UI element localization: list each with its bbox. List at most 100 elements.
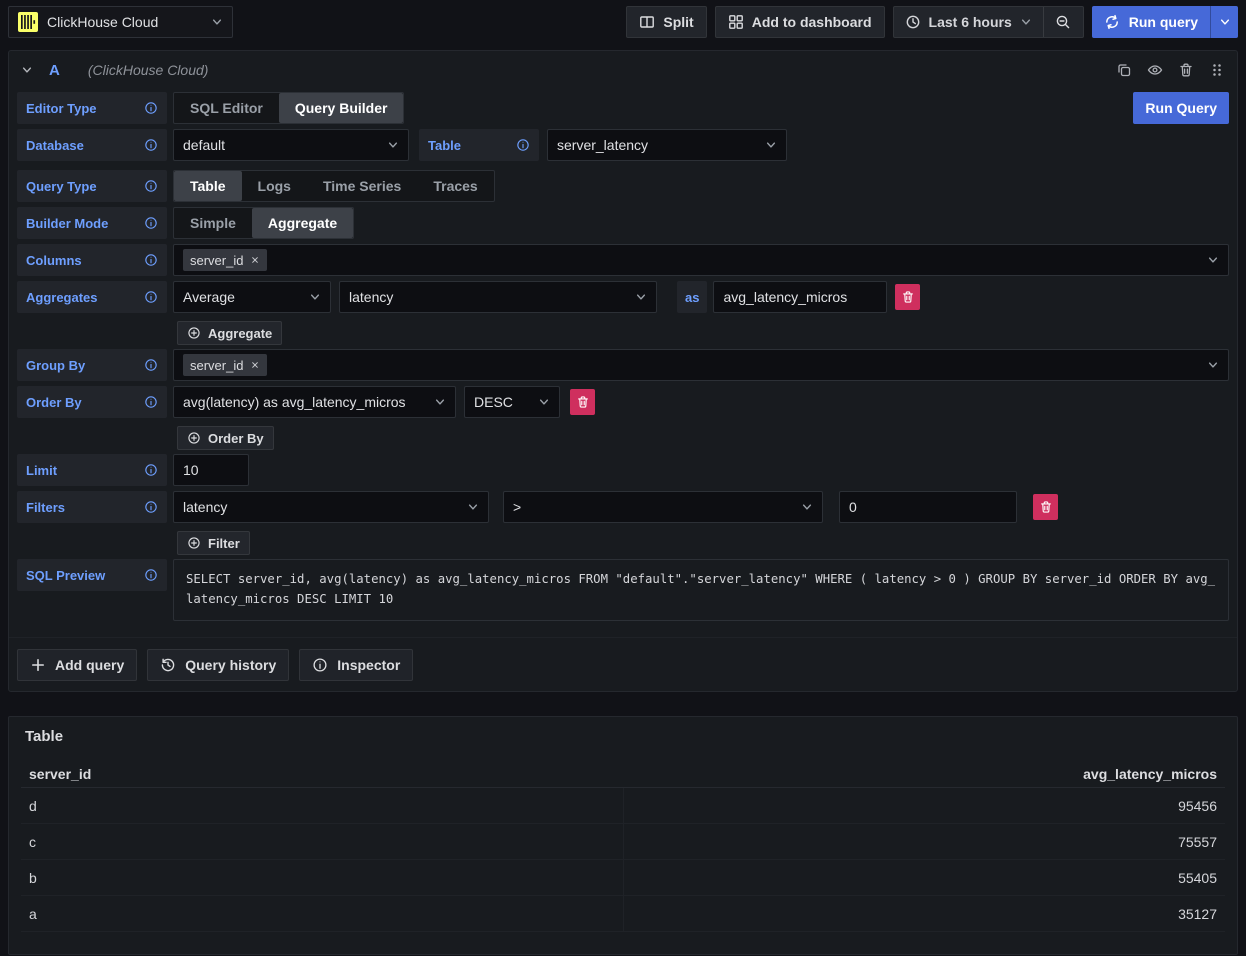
- toolbar-actions: Split Add to dashboard Last 6 hours: [626, 6, 1238, 38]
- table-result-panel: Table server_id avg_latency_micros d 954…: [8, 716, 1238, 955]
- sql-preview-text: SELECT server_id, avg(latency) as avg_la…: [173, 559, 1229, 621]
- inspector-button[interactable]: Inspector: [299, 649, 413, 681]
- add-filter-button[interactable]: Filter: [177, 531, 250, 555]
- trash-icon: [576, 395, 590, 409]
- query-history-button[interactable]: Query history: [147, 649, 289, 681]
- limit-label-text: Limit: [26, 463, 57, 478]
- builder-mode-row: Builder Mode Simple Aggregate: [17, 207, 1229, 239]
- filter-column-value: latency: [183, 499, 459, 515]
- query-type-option-table[interactable]: Table: [174, 171, 242, 201]
- drag-handle-icon[interactable]: [1209, 62, 1225, 78]
- order-by-direction-value: DESC: [474, 394, 530, 410]
- datasource-picker[interactable]: ClickHouse Cloud: [8, 6, 233, 38]
- info-icon: [516, 138, 530, 152]
- table-row: a 35127: [21, 896, 1225, 932]
- table-header-row: server_id avg_latency_micros: [21, 760, 1225, 788]
- duplicate-query-icon[interactable]: [1116, 62, 1132, 78]
- order-by-direction-select[interactable]: DESC: [464, 386, 560, 418]
- toggle-visibility-icon[interactable]: [1147, 62, 1163, 78]
- aggregate-alias-input[interactable]: [713, 281, 887, 313]
- column-header-server-id[interactable]: server_id: [21, 766, 623, 782]
- chevron-down-icon: [1219, 16, 1231, 28]
- add-order-by-label: Order By: [208, 431, 264, 446]
- sync-icon: [1104, 14, 1120, 30]
- order-by-label-text: Order By: [26, 395, 82, 410]
- query-type-label: Query Type: [17, 170, 167, 202]
- builder-mode-segmented: Simple Aggregate: [173, 207, 354, 239]
- table-row: c 75557: [21, 824, 1225, 860]
- columns-label: Columns: [17, 244, 167, 276]
- remove-chip-icon[interactable]: [250, 255, 260, 265]
- group-by-chip-server-id: server_id: [183, 354, 267, 376]
- run-query-dropdown-button[interactable]: [1210, 6, 1238, 38]
- zoom-out-time-button[interactable]: [1043, 7, 1083, 37]
- aggregate-column-select[interactable]: latency: [339, 281, 657, 313]
- chip-label: server_id: [190, 253, 243, 268]
- add-order-by-button[interactable]: Order By: [177, 426, 274, 450]
- info-icon: [144, 358, 158, 372]
- editor-run-query-button[interactable]: Run Query: [1133, 92, 1229, 124]
- time-range-picker[interactable]: Last 6 hours: [894, 7, 1043, 37]
- database-value: default: [183, 137, 379, 153]
- query-type-option-traces[interactable]: Traces: [417, 171, 493, 201]
- filter-value-input[interactable]: [839, 491, 1017, 523]
- remove-order-by-button[interactable]: [570, 389, 595, 415]
- remove-chip-icon[interactable]: [250, 360, 260, 370]
- columns-multiselect[interactable]: server_id: [173, 244, 1229, 276]
- filter-column-select[interactable]: latency: [173, 491, 489, 523]
- editor-type-label-text: Editor Type: [26, 101, 97, 116]
- order-by-row: Order By avg(latency) as avg_latency_mic…: [17, 386, 1229, 418]
- add-aggregate-button[interactable]: Aggregate: [177, 321, 282, 345]
- chip-label: server_id: [190, 358, 243, 373]
- database-table-row: Database default Table server_latency: [17, 129, 1229, 161]
- filter-operator-select[interactable]: >: [503, 491, 823, 523]
- run-query-button[interactable]: Run query: [1092, 6, 1210, 38]
- chevron-down-icon: [1207, 359, 1219, 371]
- editor-type-option-sql-editor[interactable]: SQL Editor: [174, 93, 279, 123]
- run-query-label: Run query: [1129, 14, 1198, 30]
- panel-title: Table: [9, 717, 1237, 760]
- chevron-down-icon: [801, 501, 813, 513]
- editor-type-row: Editor Type SQL Editor Query Builder Run…: [17, 92, 1229, 124]
- as-label: as: [677, 281, 707, 313]
- database-select[interactable]: default: [173, 129, 409, 161]
- query-type-option-time-series[interactable]: Time Series: [307, 171, 417, 201]
- query-datasource-hint: (ClickHouse Cloud): [88, 62, 209, 78]
- remove-filter-button[interactable]: [1033, 494, 1058, 520]
- add-query-button[interactable]: Add query: [17, 649, 137, 681]
- remove-aggregate-button[interactable]: [895, 284, 920, 310]
- delete-query-icon[interactable]: [1178, 62, 1194, 78]
- apps-icon: [728, 14, 744, 30]
- plus-circle-icon: [187, 326, 201, 340]
- order-by-field-select[interactable]: avg(latency) as avg_latency_micros: [173, 386, 456, 418]
- info-icon: [144, 216, 158, 230]
- columns-row: Columns server_id: [17, 244, 1229, 276]
- editor-type-option-query-builder[interactable]: Query Builder: [279, 93, 404, 123]
- query-type-label-text: Query Type: [26, 179, 97, 194]
- column-header-avg-latency-micros[interactable]: avg_latency_micros: [623, 766, 1225, 782]
- group-by-multiselect[interactable]: server_id: [173, 349, 1229, 381]
- chevron-down-icon: [1207, 254, 1219, 266]
- query-editor-header: A (ClickHouse Cloud): [9, 51, 1237, 89]
- split-label: Split: [663, 14, 693, 30]
- query-header-actions: [1116, 62, 1225, 78]
- query-editor-panel: A (ClickHouse Cloud) Editor Type SQL Edi…: [8, 50, 1238, 692]
- collapse-query-icon[interactable]: [21, 64, 33, 76]
- table-select[interactable]: server_latency: [547, 129, 787, 161]
- history-icon: [160, 657, 176, 673]
- plus-circle-icon: [187, 536, 201, 550]
- split-button[interactable]: Split: [626, 6, 706, 38]
- plus-icon: [30, 657, 46, 673]
- clickhouse-logo-icon: [18, 12, 38, 32]
- limit-input[interactable]: [173, 454, 249, 486]
- builder-mode-option-simple[interactable]: Simple: [174, 208, 252, 238]
- chevron-down-icon: [538, 396, 550, 408]
- query-type-option-logs[interactable]: Logs: [242, 171, 307, 201]
- info-icon: [144, 568, 158, 582]
- filter-operator-value: >: [513, 499, 793, 515]
- editor-type-segmented: SQL Editor Query Builder: [173, 92, 404, 124]
- query-history-label: Query history: [185, 657, 276, 673]
- add-to-dashboard-button[interactable]: Add to dashboard: [715, 6, 885, 38]
- builder-mode-option-aggregate[interactable]: Aggregate: [252, 208, 353, 238]
- aggregate-function-select[interactable]: Average: [173, 281, 331, 313]
